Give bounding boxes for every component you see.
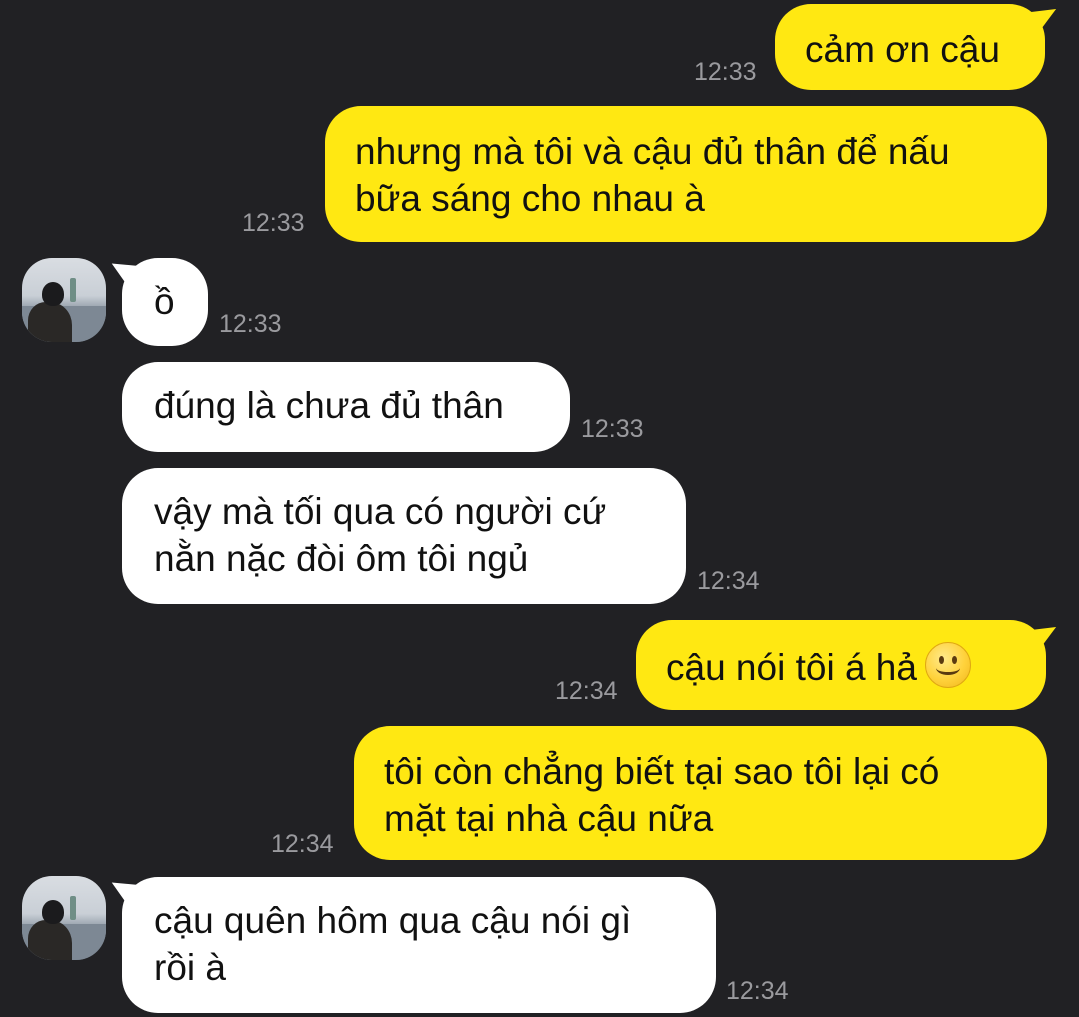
message-text: mặt tại nhà cậu nữa: [384, 798, 714, 839]
message-timestamp: 12:33: [242, 209, 305, 237]
message-timestamp: 12:34: [555, 677, 618, 705]
message-text: bữa sáng cho nhau à: [355, 178, 705, 219]
message-text: rồi à: [154, 947, 226, 988]
message-timestamp: 12:33: [219, 310, 282, 338]
friend-avatar[interactable]: [22, 258, 106, 342]
message-bubble-outgoing[interactable]: cậu nói tôi á hả: [636, 620, 1046, 710]
message-timestamp: 12:33: [694, 58, 757, 86]
message-bubble-outgoing[interactable]: nhưng mà tôi và cậu đủ thân để nấu bữa s…: [325, 106, 1047, 242]
message-timestamp: 12:34: [726, 977, 789, 1005]
message-bubble-incoming[interactable]: cậu quên hôm qua cậu nói gì rồi à: [122, 877, 716, 1013]
message-bubble-outgoing[interactable]: cảm ơn cậu: [775, 4, 1045, 90]
friend-avatar[interactable]: [22, 876, 106, 960]
message-text: cậu nói tôi á hả: [666, 642, 1016, 691]
message-timestamp: 12:33: [581, 415, 644, 443]
message-text: cảm ơn cậu: [805, 29, 1000, 70]
message-bubble-incoming[interactable]: đúng là chưa đủ thân: [122, 362, 570, 452]
message-text: nằn nặc đòi ôm tôi ngủ: [154, 538, 529, 579]
message-text: tôi còn chẳng biết tại sao tôi lại có: [384, 751, 940, 792]
message-bubble-incoming[interactable]: vậy mà tối qua có người cứ nằn nặc đòi ô…: [122, 468, 686, 604]
message-text: cậu quên hôm qua cậu nói gì: [154, 900, 632, 941]
chat-thread: cảm ơn cậu 12:33 nhưng mà tôi và cậu đủ …: [0, 0, 1079, 1017]
message-bubble-outgoing[interactable]: tôi còn chẳng biết tại sao tôi lại có mặ…: [354, 726, 1047, 860]
slightly-smiling-face-icon: [924, 642, 971, 688]
message-timestamp: 12:34: [697, 567, 760, 595]
message-timestamp: 12:34: [271, 830, 334, 858]
message-text: nhưng mà tôi và cậu đủ thân để nấu: [355, 131, 950, 172]
message-text-content: cậu nói tôi á hả: [666, 647, 917, 688]
message-bubble-incoming[interactable]: ồ: [122, 258, 208, 346]
message-text: đúng là chưa đủ thân: [154, 385, 504, 426]
message-text: ồ: [154, 281, 175, 322]
message-text: vậy mà tối qua có người cứ: [154, 491, 607, 532]
